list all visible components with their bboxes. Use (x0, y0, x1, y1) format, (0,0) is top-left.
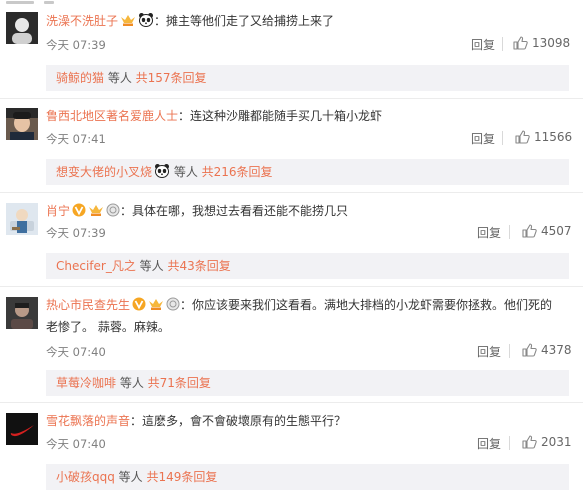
sub-reply-mid: 等人 (170, 165, 202, 179)
thumbs-up-icon (513, 36, 528, 50)
sub-reply-count[interactable]: 共157条回复 (136, 71, 207, 85)
sub-reply-user[interactable]: 草莓冷咖啡 (56, 376, 116, 390)
sub-reply-user[interactable]: 骑鲸的猫 (56, 71, 104, 85)
like-count: 4378 (541, 343, 572, 357)
avatar[interactable] (6, 413, 38, 445)
verified-v-icon (72, 203, 86, 221)
vip-crown-icon (148, 297, 164, 315)
sub-replies-box[interactable]: Checifer_凡之 等人 共43条回复 (46, 253, 569, 279)
divider (509, 436, 510, 450)
divider (502, 131, 503, 145)
panda-emoji-icon (138, 12, 154, 31)
username-link[interactable]: 鲁西北地区著名爱鹿人士 (46, 109, 178, 123)
vip-crown-icon (120, 13, 136, 31)
comment-time: 今天 07:39 (46, 38, 106, 52)
comment-text: ：這麽多，會不會破壞原有的生態平行？ (130, 414, 347, 428)
divider (509, 225, 510, 239)
avatar[interactable] (6, 12, 38, 44)
avatar[interactable] (6, 108, 38, 140)
comment-divider (0, 402, 583, 403)
like-button[interactable]: 2031 (522, 435, 572, 449)
sub-reply-count[interactable]: 共216条回复 (202, 165, 273, 179)
divider (509, 344, 510, 358)
sub-reply-user[interactable]: 想变大佬的小叉烧 (56, 165, 152, 179)
comment-divider (0, 98, 583, 99)
like-count: 13098 (532, 36, 571, 50)
comment-time: 今天 07:40 (46, 437, 106, 451)
comment-text: ：具体在哪，我想过去看看还能不能捞几只 (120, 204, 349, 218)
thumbs-up-icon (522, 343, 537, 357)
sub-replies-box[interactable]: 小破孩qqq 等人 共149条回复 (46, 464, 569, 490)
comment-time: 今天 07:39 (46, 226, 106, 240)
sub-reply-user[interactable]: Checifer_凡之 (56, 259, 136, 273)
avatar[interactable] (6, 203, 38, 235)
previous-comment-cutoff (0, 0, 583, 8)
username-link[interactable]: 肖宁 (46, 204, 70, 218)
comment-line: 鲁西北地区著名爱鹿人士：连这种沙雕都能随手买几十箱小龙虾 (46, 108, 382, 124)
sub-reply-count[interactable]: 共71条回复 (148, 376, 211, 390)
comment-divider (0, 192, 583, 193)
thumbs-up-icon (522, 435, 537, 449)
sub-reply-mid: 等人 (104, 71, 136, 85)
comment-text-continued: 老惨了。 蒜蓉。麻辣。 (46, 320, 170, 334)
sub-reply-mid: 等人 (114, 470, 147, 484)
comment-line: 洗澡不洗肚子 ：摊主等他们走了又给捕捞上来了 (46, 12, 334, 31)
like-button[interactable]: 4507 (522, 224, 572, 238)
like-count: 2031 (541, 435, 572, 449)
sub-replies-box[interactable]: 想变大佬的小叉烧 等人 共216条回复 (46, 159, 569, 185)
like-button[interactable]: 4378 (522, 343, 572, 357)
reply-button[interactable]: 回复 (471, 130, 495, 147)
sub-reply-mid: 等人 (135, 259, 168, 273)
sub-reply-count[interactable]: 共43条回复 (167, 259, 230, 273)
like-button[interactable]: 13098 (513, 36, 570, 50)
thumbs-up-icon (522, 224, 537, 238)
thumbs-up-icon (515, 130, 530, 144)
username-link[interactable]: 雪花飘落的声音 (46, 414, 130, 428)
divider (502, 37, 503, 51)
comment-divider (0, 286, 583, 287)
like-count: 11566 (534, 130, 573, 144)
comment-line: 雪花飘落的声音：這麽多，會不會破壞原有的生態平行？ (46, 413, 346, 429)
member-level-icon (166, 297, 180, 315)
verified-v-icon (132, 297, 146, 315)
comment-line: 肖宁 ：具体在哪，我想过去看看还能不能捞几只 (46, 203, 348, 221)
username-link[interactable]: 洗澡不洗肚子 (46, 14, 118, 28)
member-level-icon (106, 203, 120, 221)
comment-line: 热心市民查先生 ：你应该要来我们这看看。满地大排档的小龙虾需要你拯救。他们死的 (46, 297, 552, 315)
comment-time: 今天 07:40 (46, 345, 106, 359)
avatar[interactable] (6, 297, 38, 329)
sub-reply-user[interactable]: 小破孩qqq (56, 470, 115, 484)
sub-reply-count[interactable]: 共149条回复 (147, 470, 218, 484)
sub-reply-mid: 等人 (116, 376, 148, 390)
reply-button[interactable]: 回复 (477, 224, 501, 241)
reply-button[interactable]: 回复 (477, 343, 501, 360)
comment-text: ：连这种沙雕都能随手买几十箱小龙虾 (178, 109, 383, 123)
sub-replies-box[interactable]: 骑鲸的猫 等人 共157条回复 (46, 65, 569, 91)
username-link[interactable]: 热心市民查先生 (46, 298, 130, 312)
comment-text: ：摊主等他们走了又给捕捞上来了 (154, 14, 335, 28)
reply-button[interactable]: 回复 (477, 435, 501, 452)
reply-button[interactable]: 回复 (471, 36, 495, 53)
comment-text: ：你应该要来我们这看看。满地大排档的小龙虾需要你拯救。他们死的 (180, 298, 553, 312)
like-button[interactable]: 11566 (515, 130, 572, 144)
panda-emoji-icon (154, 161, 170, 187)
comment-time: 今天 07:41 (46, 132, 106, 146)
like-count: 4507 (541, 224, 572, 238)
vip-crown-icon (88, 203, 104, 221)
sub-replies-box[interactable]: 草莓冷咖啡 等人 共71条回复 (46, 370, 569, 396)
